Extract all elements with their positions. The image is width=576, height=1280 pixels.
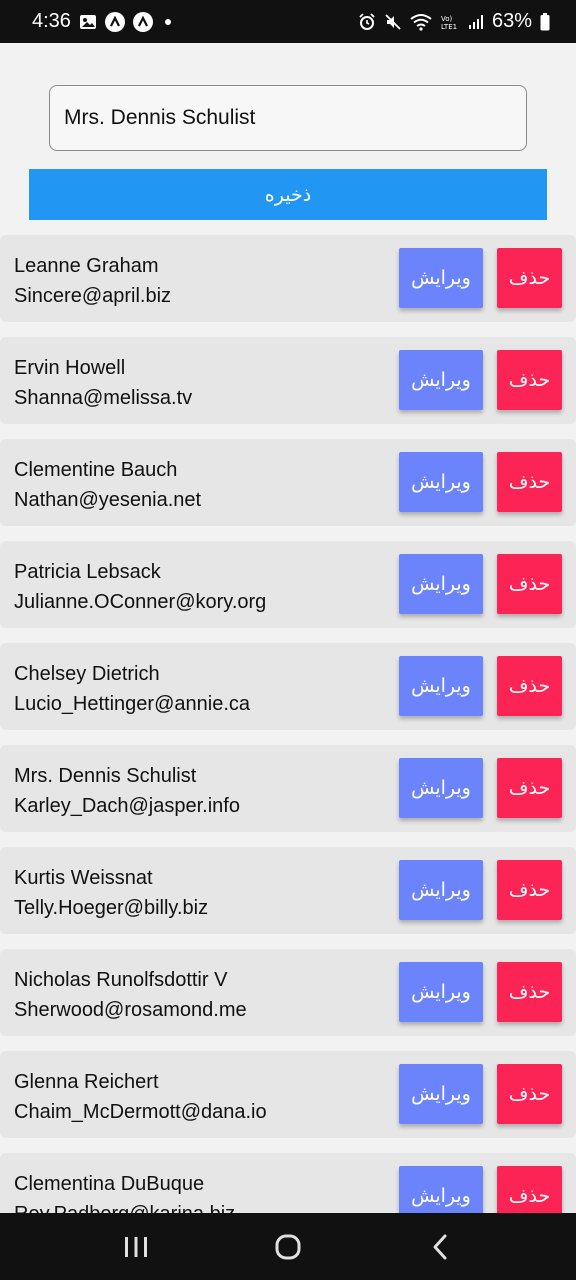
delete-button[interactable]: حذف (497, 452, 562, 512)
edit-button[interactable]: ویرایش (399, 554, 483, 614)
signal-icon (468, 14, 484, 30)
user-name: Patricia Lebsack (14, 561, 161, 583)
user-name: Chelsey Dietrich (14, 663, 160, 685)
user-email: Sherwood@rosamond.me (14, 999, 247, 1021)
delete-button[interactable]: حذف (497, 350, 562, 410)
back-icon[interactable] (410, 1227, 470, 1267)
delete-button[interactable]: حذف (497, 248, 562, 308)
svg-text:Vo): Vo) (441, 15, 453, 23)
user-email: Shanna@melissa.tv (14, 387, 193, 409)
gallery-icon (79, 13, 97, 31)
user-info: Clementina DuBuque Rey.Padberg@karina.biz (14, 1169, 235, 1213)
edit-button[interactable]: ویرایش (399, 860, 483, 920)
clock-time: 4:36 (32, 10, 71, 32)
delete-button[interactable]: حذف (497, 1166, 562, 1213)
edit-button[interactable]: ویرایش (399, 758, 483, 818)
user-info: Leanne Graham Sincere@april.biz (14, 251, 171, 311)
navigation-bar (0, 1213, 576, 1280)
status-bar: 4:36 Vo) LTE1 63% (0, 0, 576, 43)
user-email: Lucio_Hettinger@annie.ca (14, 693, 251, 715)
app-a-icon (104, 11, 125, 32)
alarm-icon (358, 12, 376, 31)
edit-button[interactable]: ویرایش (399, 248, 483, 308)
user-info: Patricia Lebsack Julianne.OConner@kory.or… (14, 557, 266, 617)
volte-icon: Vo) LTE1 (440, 13, 460, 31)
delete-button[interactable]: حذف (497, 758, 562, 818)
battery-percent: 63% (491, 10, 532, 32)
edit-button[interactable]: ویرایش (399, 452, 483, 512)
main-content: ذخیره Leanne Graham Sincere@april.biz ویرا… (0, 43, 576, 1213)
wifi-icon (410, 13, 432, 31)
user-info: Kurtis Weissnat Telly.Hoeger@billy.biz (14, 863, 208, 923)
delete-button[interactable]: حذف (497, 656, 562, 716)
user-name: Mrs. Dennis Schulist (14, 765, 197, 787)
delete-button[interactable]: حذف (497, 554, 562, 614)
user-row: Patricia Lebsack Julianne.OConner@kory.or… (0, 541, 576, 628)
app-a-icon (132, 11, 153, 32)
user-row: Ervin Howell Shanna@melissa.tv ویرایش حذف (0, 337, 576, 424)
user-info: Glenna Reichert Chaim_McDermott@dana.io (14, 1067, 267, 1127)
user-name: Nicholas Runolfsdottir V (14, 969, 228, 991)
user-name: Glenna Reichert (14, 1071, 159, 1093)
user-email: Sincere@april.biz (14, 285, 172, 307)
edit-button[interactable]: ویرایش (399, 962, 483, 1022)
delete-button[interactable]: حذف (497, 1064, 562, 1124)
home-icon[interactable] (258, 1227, 318, 1267)
user-name: Ervin Howell (14, 357, 126, 379)
edit-button[interactable]: ویرایش (399, 350, 483, 410)
user-row: Glenna Reichert Chaim_McDermott@dana.io وی… (0, 1051, 576, 1138)
delete-button[interactable]: حذف (497, 962, 562, 1022)
edit-button[interactable]: ویرایش (399, 1166, 483, 1213)
user-name: Clementine Bauch (14, 459, 178, 481)
user-info: Clementine Bauch Nathan@yesenia.net (14, 455, 201, 515)
battery-icon (540, 12, 550, 31)
user-row: Chelsey Dietrich Lucio_Hettinger@annie.ca… (0, 643, 576, 730)
svg-text:LTE1: LTE1 (441, 23, 457, 31)
edit-button[interactable]: ویرایش (399, 656, 483, 716)
user-info: Chelsey Dietrich Lucio_Hettinger@annie.ca (14, 659, 250, 719)
user-email: Julianne.OConner@kory.org (14, 591, 267, 613)
user-row: Clementina DuBuque Rey.Padberg@karina.biz… (0, 1153, 576, 1213)
recent-apps-icon[interactable] (106, 1227, 166, 1267)
user-email: Rey.Padberg@karina.biz (14, 1199, 235, 1213)
user-name: Leanne Graham (14, 255, 159, 277)
user-row: Nicholas Runolfsdottir V Sherwood@rosamon… (0, 949, 576, 1036)
user-info: Mrs. Dennis Schulist Karley_Dach@jasper.i… (14, 761, 240, 821)
user-row: Leanne Graham Sincere@april.biz ویرایش حذف (0, 235, 576, 322)
user-row: Kurtis Weissnat Telly.Hoeger@billy.biz ویر… (0, 847, 576, 934)
user-list: Leanne Graham Sincere@april.biz ویرایش حذف E… (0, 235, 576, 1213)
edit-button[interactable]: ویرایش (399, 1064, 483, 1124)
user-name: Clementina DuBuque (14, 1173, 205, 1195)
user-email: Nathan@yesenia.net (14, 489, 202, 511)
user-info: Nicholas Runolfsdottir V Sherwood@rosamon… (14, 965, 247, 1025)
user-row: Clementine Bauch Nathan@yesenia.net ویرایش… (0, 439, 576, 526)
notification-dot-icon (164, 18, 171, 25)
save-button[interactable]: ذخیره (29, 169, 547, 220)
user-info: Ervin Howell Shanna@melissa.tv (14, 353, 192, 413)
user-row: Mrs. Dennis Schulist Karley_Dach@jasper.i… (0, 745, 576, 832)
user-email: Karley_Dach@jasper.info (14, 795, 240, 817)
delete-button[interactable]: حذف (497, 860, 562, 920)
mute-icon (384, 13, 402, 31)
user-email: Telly.Hoeger@billy.biz (14, 897, 209, 919)
user-email: Chaim_McDermott@dana.io (14, 1101, 267, 1123)
user-name: Kurtis Weissnat (14, 867, 153, 889)
name-input[interactable] (49, 85, 527, 151)
